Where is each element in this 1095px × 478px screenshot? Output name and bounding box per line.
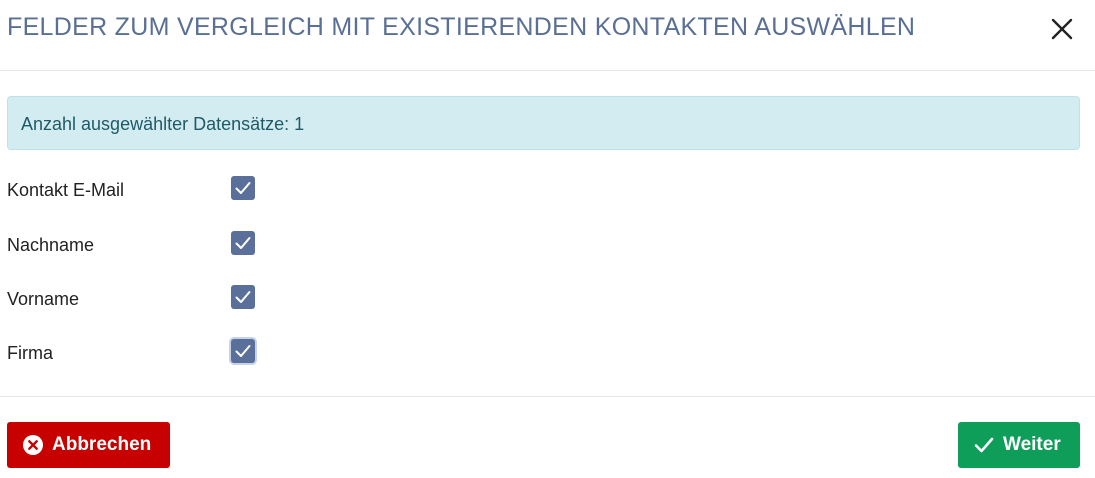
field-label: Vorname: [7, 289, 80, 309]
field-label: Firma: [7, 343, 53, 363]
field-row-kontakt-email: Kontakt E-Mail: [7, 176, 407, 206]
checkmark-icon: [235, 345, 251, 357]
dialog-title: FELDER ZUM VERGLEICH MIT EXISTIERENDEN K…: [7, 13, 916, 41]
field-label: Nachname: [7, 235, 95, 255]
checkbox-vorname[interactable]: [231, 285, 255, 309]
dialog: FELDER ZUM VERGLEICH MIT EXISTIERENDEN K…: [0, 0, 1095, 478]
checkbox-kontakt-email[interactable]: [231, 176, 255, 200]
checkmark-icon: [235, 237, 251, 249]
close-icon: [1046, 13, 1078, 45]
dialog-footer: Abbrechen Weiter: [0, 396, 1095, 478]
next-button-label: Weiter: [1003, 434, 1061, 455]
selected-records-count: Anzahl ausgewählter Datensätze: 1: [21, 114, 305, 134]
checkmark-icon: [973, 434, 995, 456]
dialog-header: FELDER ZUM VERGLEICH MIT EXISTIERENDEN K…: [0, 0, 1095, 71]
field-label: Kontakt E-Mail: [7, 180, 125, 200]
info-alert: Anzahl ausgewählter Datensätze: 1: [7, 96, 1080, 150]
circle-x-icon: [22, 434, 44, 456]
checkbox-firma[interactable]: [231, 339, 255, 363]
cancel-button[interactable]: Abbrechen: [7, 422, 170, 468]
field-row-vorname: Vorname: [7, 285, 407, 315]
close-button[interactable]: [1046, 13, 1078, 45]
checkmark-icon: [235, 182, 251, 194]
cancel-button-label: Abbrechen: [52, 434, 152, 455]
field-row-firma: Firma: [7, 339, 407, 369]
field-row-nachname: Nachname: [7, 231, 407, 261]
checkbox-nachname[interactable]: [231, 231, 255, 255]
next-button[interactable]: Weiter: [958, 422, 1080, 468]
checkmark-icon: [235, 291, 251, 303]
